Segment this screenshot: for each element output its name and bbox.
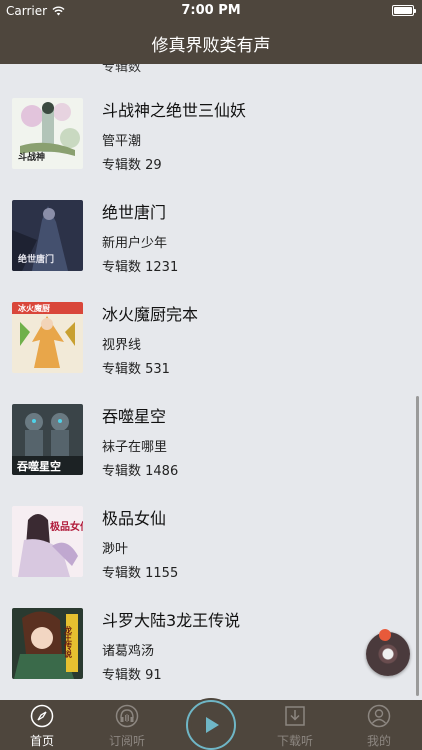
user-icon [367, 704, 391, 728]
cover-image: 龙王传说 [12, 608, 83, 679]
tab-label: 首页 [29, 734, 54, 748]
item-title: 吞噬星空 [102, 407, 167, 426]
compass-icon [30, 704, 54, 728]
play-button[interactable] [186, 700, 236, 750]
tab-label: 下载听 [276, 734, 313, 748]
item-author: 诸葛鸡汤 [102, 644, 155, 659]
item-title: 斗战神之绝世三仙妖 [102, 101, 247, 120]
download-icon [285, 706, 305, 726]
status-bar: Carrier 7:00 PM [0, 0, 422, 22]
item-author: 袜子在哪里 [102, 440, 168, 455]
svg-text:吞噬星空: 吞噬星空 [17, 459, 61, 473]
tab-home[interactable]: 首页 [7, 700, 77, 750]
tab-download[interactable]: 下载听 [260, 700, 330, 750]
item-author: 视界线 [102, 338, 142, 353]
battery-icon [392, 5, 416, 16]
svg-text:斗战神: 斗战神 [18, 151, 45, 163]
cover-image: 极品女仙 [12, 506, 83, 577]
list-item[interactable]: 冰火魔厨 冰火魔厨完本 视界线 专辑数 531 [0, 268, 422, 377]
tab-label: 订阅听 [108, 734, 145, 748]
item-author: 新用户少年 [102, 236, 168, 251]
tab-subscribe[interactable]: 订阅听 [92, 700, 162, 750]
list-item[interactable]: 龙王传说 斗罗大陆3龙王传说 诸葛鸡汤 专辑数 91 [0, 574, 422, 683]
item-title: 绝世唐门 [102, 203, 167, 222]
cover-image: 吞噬星空 [12, 404, 83, 475]
item-title: 斗罗大陆3龙王传说 [102, 611, 241, 630]
nav-bar: 修真界败类有声 [0, 22, 422, 64]
cover-image: 冰火魔厨 [12, 302, 83, 373]
page-title: 修真界败类有声 [151, 35, 271, 56]
cover-image: 斗战神 [12, 98, 83, 169]
now-playing-disc-icon[interactable] [366, 629, 410, 676]
svg-text:龙王传说: 龙王传说 [64, 625, 73, 659]
item-author: 管平潮 [102, 134, 142, 149]
item-title: 极品女仙 [102, 509, 167, 528]
list-item[interactable]: 吞噬星空 吞噬星空 袜子在哪里 专辑数 1486 [0, 370, 422, 479]
tab-label: 我的 [366, 734, 391, 748]
album-list[interactable]: 专辑数 斗战神 斗战神之绝世三仙妖 管平潮 专辑数 29 绝世唐门 绝世唐门 新… [0, 64, 422, 700]
clock: 7:00 PM [181, 3, 241, 18]
item-albums: 专辑数 91 [102, 668, 162, 683]
item-title: 冰火魔厨完本 [102, 305, 199, 324]
scrollbar[interactable] [416, 396, 419, 696]
list-item[interactable]: 斗战神 斗战神之绝世三仙妖 管平潮 专辑数 29 [0, 64, 422, 173]
item-author: 渺叶 [102, 542, 129, 557]
svg-text:冰火魔厨: 冰火魔厨 [18, 303, 50, 313]
list-item[interactable]: 绝世唐门 绝世唐门 新用户少年 专辑数 1231 [0, 166, 422, 275]
tab-mine[interactable]: 我的 [344, 700, 414, 750]
cover-image: 绝世唐门 [12, 200, 83, 271]
headphones-icon [115, 704, 139, 728]
list-item[interactable]: 极品女仙 极品女仙 渺叶 专辑数 1155 [0, 472, 422, 581]
play-icon [206, 717, 219, 733]
svg-text:绝世唐门: 绝世唐门 [18, 253, 54, 265]
svg-text:极品女仙: 极品女仙 [50, 520, 83, 533]
